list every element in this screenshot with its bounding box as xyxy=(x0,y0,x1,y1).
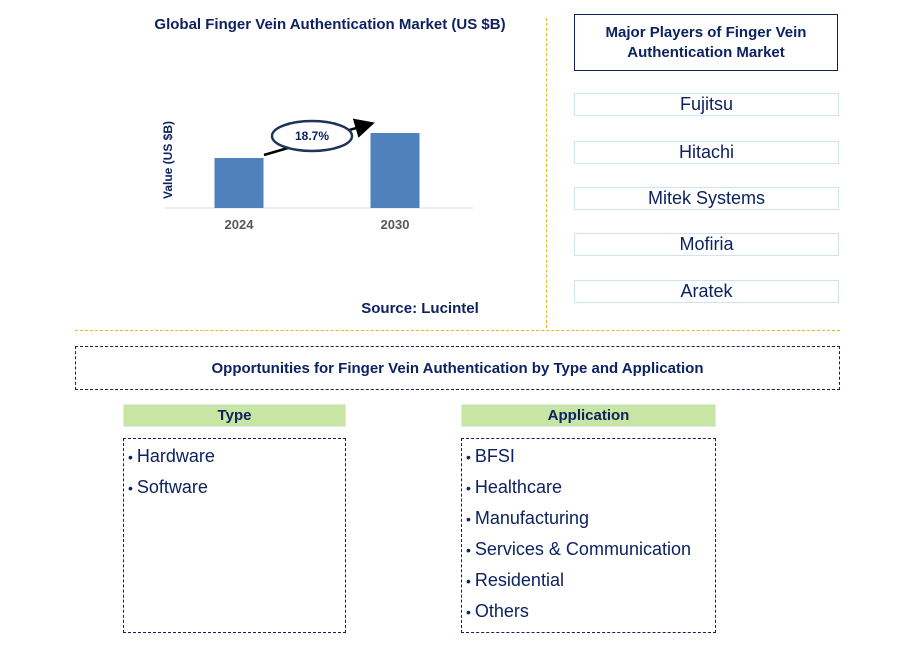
segment-item-label: Residential xyxy=(474,570,564,590)
segment-item-label: Hardware xyxy=(136,446,215,466)
segment-item-label: Healthcare xyxy=(474,477,562,497)
segment-item: • Healthcare xyxy=(462,472,715,503)
bullet-icon: • xyxy=(128,480,133,496)
player-item: Hitachi xyxy=(574,141,839,164)
segment-item-label: BFSI xyxy=(474,446,515,466)
player-item: Mofiria xyxy=(574,233,839,256)
type-list: • Hardware • Software xyxy=(123,438,346,633)
segment-item: • Hardware xyxy=(124,441,345,472)
bullet-icon: • xyxy=(466,573,471,589)
application-segment: Application • BFSI • Healthcare • Manufacturi… xyxy=(461,404,716,633)
bullet-icon: • xyxy=(466,449,471,465)
application-list: • BFSI • Healthcare • Manufacturing • Services … xyxy=(461,438,716,633)
segment-item: • Others xyxy=(462,596,715,627)
bar-2030 xyxy=(370,133,420,208)
player-item: Fujitsu xyxy=(574,93,839,116)
bullet-icon: • xyxy=(128,449,133,465)
segment-item: • Services & Communication xyxy=(462,534,715,565)
segment-item: • Manufacturing xyxy=(462,503,715,534)
bullet-icon: • xyxy=(466,480,471,496)
segment-item: • BFSI xyxy=(462,441,715,472)
type-segment: Type • Hardware • Software xyxy=(123,404,346,633)
player-item: Aratek xyxy=(574,280,839,303)
x-tick-label: 2030 xyxy=(381,217,410,232)
player-item: Mitek Systems xyxy=(574,187,839,210)
segment-item-label: Manufacturing xyxy=(474,508,589,528)
type-header: Type xyxy=(123,404,346,427)
cagr-label: 18.7% xyxy=(295,129,329,143)
vertical-divider xyxy=(546,18,547,328)
segment-item: • Software xyxy=(124,472,345,503)
bullet-icon: • xyxy=(466,542,471,558)
bar-2024 xyxy=(214,158,264,208)
segment-item: • Residential xyxy=(462,565,715,596)
opportunities-title: Opportunities for Finger Vein Authentica… xyxy=(75,346,840,390)
source-label: Source: Lucintel xyxy=(361,300,479,317)
application-header: Application xyxy=(461,404,716,427)
segment-item-label: Services & Communication xyxy=(474,539,691,559)
bullet-icon: • xyxy=(466,604,471,620)
players-title: Major Players of Finger Vein Authenticat… xyxy=(574,14,838,71)
bullet-icon: • xyxy=(466,511,471,527)
x-tick-label: 2024 xyxy=(225,217,255,232)
horizontal-divider xyxy=(75,330,840,331)
segment-item-label: Others xyxy=(474,601,529,621)
chart-title: Global Finger Vein Authentication Market… xyxy=(154,16,506,33)
segment-item-label: Software xyxy=(136,477,208,497)
bar-chart: Value (US $B) 2024 2030 18.7% xyxy=(161,118,473,232)
y-axis-label: Value (US $B) xyxy=(161,121,175,199)
